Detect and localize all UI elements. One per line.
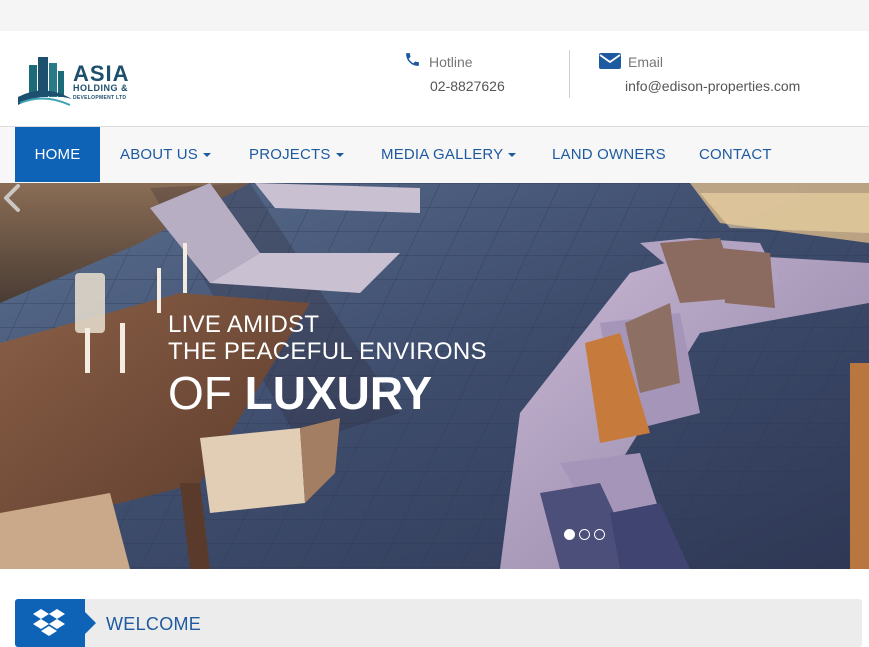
hotline-number[interactable]: 02-8827626 <box>430 78 505 94</box>
hero-headline: OF LUXURY <box>168 366 432 420</box>
caret-down-icon <box>508 153 517 158</box>
brand-logo[interactable]: ASIA HOLDING & DEVELOPMENT LTD <box>16 53 156 113</box>
nav-label-home: HOME <box>34 146 81 163</box>
hero-headline-thin: OF <box>168 367 232 419</box>
envelope-icon <box>599 53 621 69</box>
nav-item-about-us[interactable]: ABOUT US <box>120 127 212 182</box>
logo-buildings-icon <box>18 57 72 106</box>
brand-tagline-2: DEVELOPMENT LTD <box>73 95 127 101</box>
slider-dot-1[interactable] <box>564 529 575 540</box>
brand-tagline-1: HOLDING & <box>73 83 128 93</box>
slider-dot-3[interactable] <box>594 529 605 540</box>
nav-label-about-us: ABOUT US <box>120 146 199 163</box>
welcome-icon-tab <box>15 599 85 647</box>
slider-dot-2[interactable] <box>579 529 590 540</box>
email-address[interactable]: info@edison-properties.com <box>625 78 800 94</box>
site-header: ASIA HOLDING & DEVELOPMENT LTD Hotline 0… <box>0 31 869 127</box>
nav-item-projects[interactable]: PROJECTS <box>249 127 344 182</box>
nav-item-contact[interactable]: CONTACT <box>699 127 772 182</box>
top-bar <box>0 0 869 31</box>
dropbox-icon <box>33 609 65 636</box>
nav-label-contact: CONTACT <box>699 146 772 163</box>
nav-label-land-owners: LAND OWNERS <box>552 146 666 163</box>
main-nav: HOME ABOUT US PROJECTS MEDIA GALLERY LAN… <box>0 127 869 183</box>
phone-icon <box>406 53 419 66</box>
welcome-tab-arrow <box>85 612 96 634</box>
email-label: Email <box>628 54 664 70</box>
hero-line-1: LIVE AMIDST <box>168 311 320 338</box>
nav-item-home[interactable]: HOME <box>15 127 100 182</box>
nav-item-media-gallery[interactable]: MEDIA GALLERY <box>381 127 517 182</box>
caret-down-icon <box>335 153 344 158</box>
hero-headline-bold: LUXURY <box>244 367 433 419</box>
chevron-left-icon[interactable] <box>0 183 24 213</box>
nav-label-projects: PROJECTS <box>249 146 331 163</box>
hero-slider[interactable]: LIVE AMIDST THE PEACEFUL ENVIRONS OF LUX… <box>0 183 869 569</box>
welcome-title: WELCOME <box>106 614 202 634</box>
header-divider <box>569 50 570 98</box>
nav-item-land-owners[interactable]: LAND OWNERS <box>552 127 666 182</box>
nav-label-media-gallery: MEDIA GALLERY <box>381 146 504 163</box>
hotline-label: Hotline <box>429 54 473 70</box>
hero-line-2: THE PEACEFUL ENVIRONS <box>168 338 487 365</box>
hero-slide-image <box>0 183 869 569</box>
caret-down-icon <box>203 153 212 158</box>
